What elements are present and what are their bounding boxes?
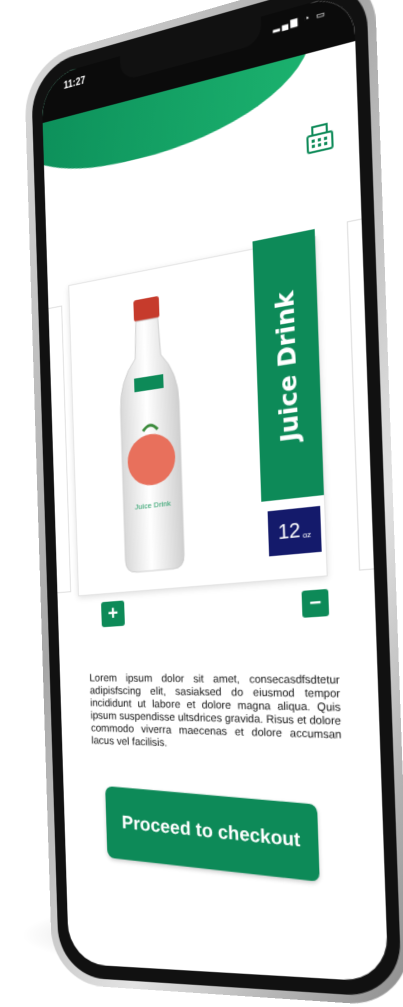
decrease-quantity-button[interactable]: − (302, 589, 330, 618)
product-carousel[interactable]: Juice Drink Juice Drink 12 oz (47, 206, 374, 596)
size-unit: oz (302, 529, 311, 539)
proceed-to-checkout-button[interactable]: Proceed to checkout (105, 786, 320, 882)
next-product-card[interactable] (347, 216, 387, 571)
product-card[interactable]: Juice Drink Juice Drink 12 oz (68, 236, 327, 596)
increase-quantity-button[interactable]: + (101, 600, 125, 627)
juice-bottle-image: Juice Drink (112, 292, 190, 576)
product-title-band: Juice Drink (252, 229, 323, 502)
size-badge: 12 oz (268, 506, 322, 557)
app-screen: 11:27 ▂▄▆ ◔ ▭ Juice Drink Juice Drink 12… (41, 0, 388, 982)
phone-frame: 11:27 ▂▄▆ ◔ ▭ Juice Drink Juice Drink 12… (24, 0, 403, 1007)
cash-register-icon[interactable] (304, 120, 336, 158)
phone-bezel: 11:27 ▂▄▆ ◔ ▭ Juice Drink Juice Drink 12… (31, 0, 402, 998)
product-title: Juice Drink (271, 289, 304, 444)
size-value: 12 (278, 519, 301, 545)
previous-product-card[interactable] (41, 305, 71, 594)
checkout-label: Proceed to checkout (122, 813, 301, 853)
product-description: Lorem ipsum dolor sit amet, consecasdfsd… (89, 672, 342, 756)
